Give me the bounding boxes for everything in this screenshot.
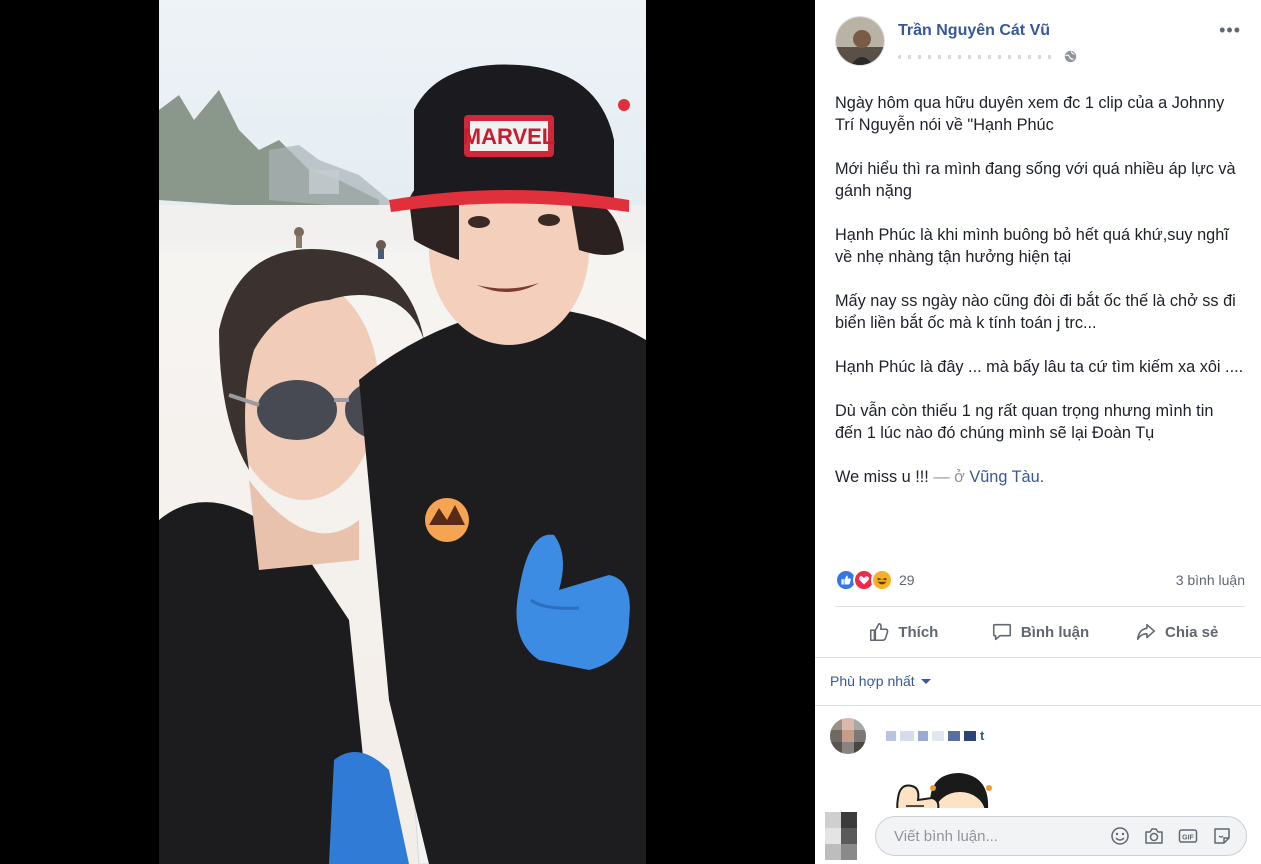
- sort-divider: [815, 705, 1261, 706]
- commenter-avatar[interactable]: [830, 718, 866, 754]
- post-actions: Thích Bình luận Chia sẻ: [835, 608, 1245, 656]
- comment-item: t: [830, 718, 1247, 828]
- haha-reaction-icon: [871, 569, 893, 591]
- post-panel: Trần Nguyên Cát Vũ ••• Ngày hôm qua hữu …: [815, 0, 1261, 864]
- reaction-icons[interactable]: 29: [835, 569, 915, 591]
- comment-icon: [992, 623, 1011, 641]
- svg-text:MARVEL: MARVEL: [463, 124, 556, 149]
- blurred-name: [900, 730, 914, 741]
- more-options-icon[interactable]: •••: [1219, 20, 1241, 41]
- blurred-name: [948, 730, 960, 741]
- author-name[interactable]: Trần Nguyên Cát Vũ: [898, 22, 1050, 40]
- share-icon: [1136, 623, 1156, 641]
- thumb-icon: [870, 622, 889, 642]
- post-header: Trần Nguyên Cát Vũ •••: [835, 16, 1247, 72]
- composer-icons: GIF: [1110, 826, 1246, 846]
- post-body: Ngày hôm qua hữu duyên xem đc 1 clip của…: [835, 92, 1245, 510]
- comments-divider: [815, 657, 1261, 658]
- camera-icon[interactable]: [1144, 826, 1164, 846]
- photo-viewer: MARVEL: [0, 0, 815, 864]
- globe-icon[interactable]: [1064, 50, 1077, 63]
- caret-icon: [920, 678, 931, 684]
- commenter-name[interactable]: t: [886, 728, 984, 743]
- post-paragraph: Mới hiểu thì ra mình đang sống với quá n…: [835, 160, 1236, 200]
- stats-divider: [835, 606, 1245, 607]
- post-photo[interactable]: MARVEL: [159, 0, 646, 864]
- location-separator: — ở: [933, 468, 965, 486]
- comment-input-box: GIF: [875, 816, 1247, 856]
- comment-button[interactable]: Bình luận: [972, 608, 1109, 656]
- post-paragraph: Ngày hôm qua hữu duyên xem đc 1 clip của…: [835, 94, 1225, 134]
- post-timestamp-blurred[interactable]: [898, 54, 1058, 59]
- commenter-name-suffix: t: [980, 728, 985, 743]
- location-period: .: [1039, 468, 1045, 486]
- comment-label: Bình luận: [1020, 623, 1090, 641]
- like-label: Thích: [898, 623, 939, 641]
- blurred-name: [964, 730, 976, 741]
- emoji-icon[interactable]: [1110, 826, 1130, 846]
- comment-input[interactable]: [894, 827, 1110, 845]
- reaction-summary: 29 3 bình luận: [835, 566, 1245, 594]
- sticker-icon[interactable]: [1212, 826, 1232, 846]
- post-paragraph: Hạnh Phúc là đây ... mà bấy lâu ta cứ tì…: [835, 358, 1244, 376]
- reaction-count[interactable]: 29: [899, 572, 915, 588]
- blurred-name: [918, 730, 928, 741]
- blurred-name: [886, 730, 896, 741]
- share-label: Chia sẻ: [1165, 623, 1219, 641]
- comment-sort-dropdown[interactable]: Phù hợp nhất: [830, 673, 931, 689]
- gif-icon[interactable]: GIF: [1178, 826, 1198, 846]
- post-last-text: We miss u !!!: [835, 468, 929, 486]
- comment-composer: GIF: [815, 808, 1261, 864]
- post-paragraph: Hạnh Phúc là khi mình buông bỏ hết quá k…: [835, 226, 1229, 266]
- location-link[interactable]: Vũng Tàu: [969, 468, 1039, 486]
- svg-text:GIF: GIF: [1182, 835, 1194, 842]
- author-avatar[interactable]: [835, 16, 885, 66]
- current-user-avatar: [825, 812, 857, 860]
- post-meta: [898, 50, 1077, 63]
- share-button[interactable]: Chia sẻ: [1108, 608, 1245, 656]
- sort-label: Phù hợp nhất: [830, 673, 915, 689]
- post-paragraph: Mấy nay ss ngày nào cũng đòi đi bắt ốc t…: [835, 292, 1236, 332]
- post-paragraph: Dù vẫn còn thiếu 1 ng rất quan trọng như…: [835, 402, 1214, 442]
- blurred-name: [932, 730, 944, 741]
- comment-count[interactable]: 3 bình luận: [1176, 572, 1245, 588]
- like-button[interactable]: Thích: [835, 608, 972, 656]
- post-last-line: We miss u !!! — ở Vũng Tàu.: [835, 466, 1245, 488]
